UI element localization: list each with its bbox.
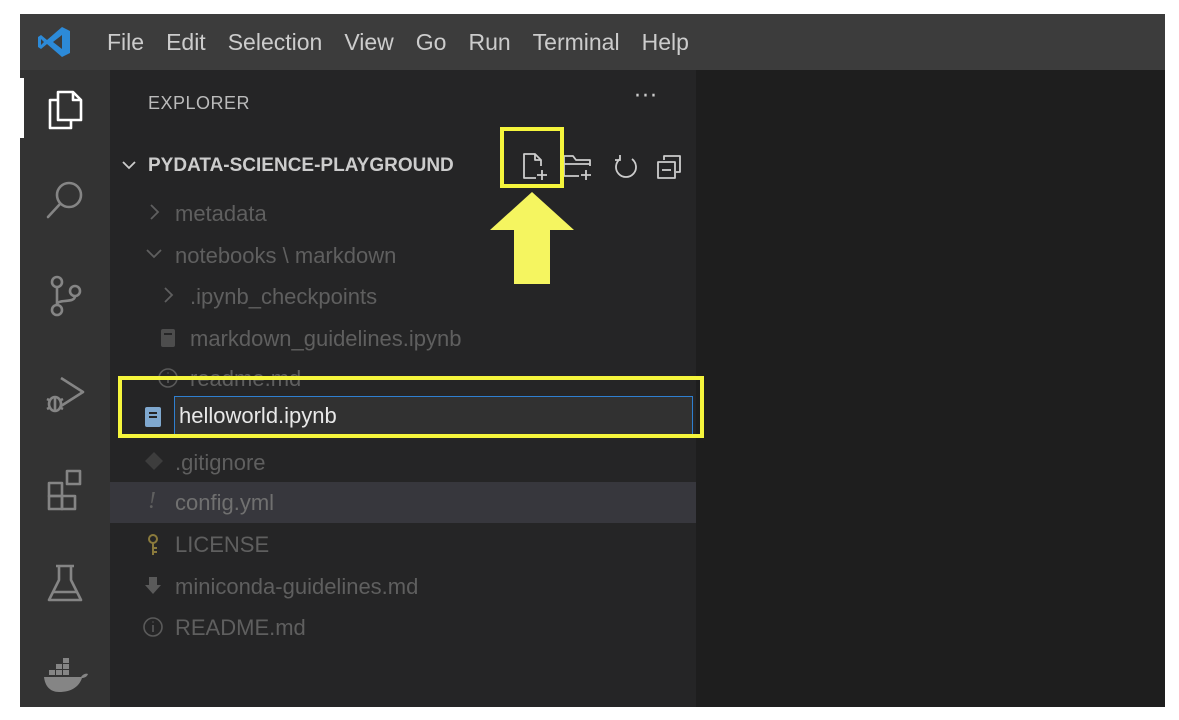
tree-item-label: LICENSE — [175, 532, 270, 557]
run-debug-icon[interactable] — [20, 358, 110, 430]
chevron-down-icon — [120, 156, 138, 178]
menu-help[interactable]: Help — [635, 29, 696, 56]
vscode-window: File Edit Selection View Go Run Terminal… — [20, 14, 1165, 707]
menu-file[interactable]: File — [100, 29, 151, 56]
download-arrow-icon — [144, 575, 162, 601]
tree-item-gitignore[interactable]: .gitignore — [110, 442, 696, 483]
menu-selection[interactable]: Selection — [221, 29, 330, 56]
menu-bar: File Edit Selection View Go Run Terminal… — [20, 14, 1165, 70]
tree-item-config[interactable]: ! config.yml — [110, 482, 696, 523]
editor-area — [696, 70, 1165, 707]
extensions-icon[interactable] — [20, 453, 110, 525]
search-icon[interactable] — [20, 164, 110, 236]
new-folder-icon[interactable] — [561, 150, 595, 184]
tree-item-label: notebooks \ markdown — [175, 243, 397, 268]
workspace-root-name: PYDATA-SCIENCE-PLAYGROUND — [148, 155, 454, 176]
tree-item-notebooks-markdown[interactable]: notebooks \ markdown — [110, 235, 696, 276]
rename-highlight-box — [118, 376, 704, 438]
menu-edit[interactable]: Edit — [159, 29, 213, 56]
explorer-icon[interactable] — [20, 74, 110, 146]
tree-item-markdown-guidelines[interactable]: markdown_guidelines.ipynb — [110, 318, 696, 359]
new-file-highlight-box — [500, 127, 564, 188]
tree-item-label: .ipynb_checkpoints — [190, 284, 378, 309]
chevron-right-icon — [160, 285, 176, 309]
vscode-logo-icon — [34, 14, 74, 70]
tree-item-label: miniconda-guidelines.md — [175, 574, 419, 599]
info-icon — [142, 616, 164, 642]
tree-item-miniconda-guidelines[interactable]: miniconda-guidelines.md — [110, 566, 696, 607]
tree-item-label: README.md — [175, 615, 306, 640]
git-icon — [144, 451, 164, 475]
tree-item-license[interactable]: LICENSE — [110, 524, 696, 565]
tree-item-metadata[interactable]: metadata — [110, 193, 696, 234]
tree-item-readme-upper[interactable]: README.md — [110, 607, 696, 648]
refresh-icon[interactable] — [609, 150, 643, 184]
source-control-icon[interactable] — [20, 260, 110, 332]
workspace-root-row[interactable]: PYDATA-SCIENCE-PLAYGROUND — [110, 146, 696, 186]
notebook-icon — [159, 327, 177, 353]
collapse-all-icon[interactable] — [652, 150, 686, 184]
more-actions-icon[interactable]: ··· — [634, 84, 658, 109]
chevron-down-icon — [144, 244, 164, 268]
menu-terminal[interactable]: Terminal — [526, 29, 627, 56]
menu-view[interactable]: View — [337, 29, 400, 56]
testing-icon[interactable] — [20, 548, 110, 620]
activity-bar — [20, 70, 110, 707]
docker-icon[interactable] — [20, 640, 110, 707]
tree-item-ipynb-checkpoints[interactable]: .ipynb_checkpoints — [110, 276, 696, 317]
key-icon — [145, 533, 161, 561]
menu-run[interactable]: Run — [461, 29, 517, 56]
menu-go[interactable]: Go — [409, 29, 454, 56]
exclamation-icon: ! — [148, 488, 156, 514]
explorer-title: EXPLORER — [148, 93, 251, 113]
tree-item-label: config.yml — [175, 490, 275, 515]
tree-item-label: markdown_guidelines.ipynb — [190, 326, 462, 351]
tree-item-label: metadata — [175, 201, 267, 226]
tree-item-label: .gitignore — [175, 450, 266, 475]
chevron-right-icon — [146, 202, 162, 226]
highlight-arrow-icon — [490, 192, 574, 284]
